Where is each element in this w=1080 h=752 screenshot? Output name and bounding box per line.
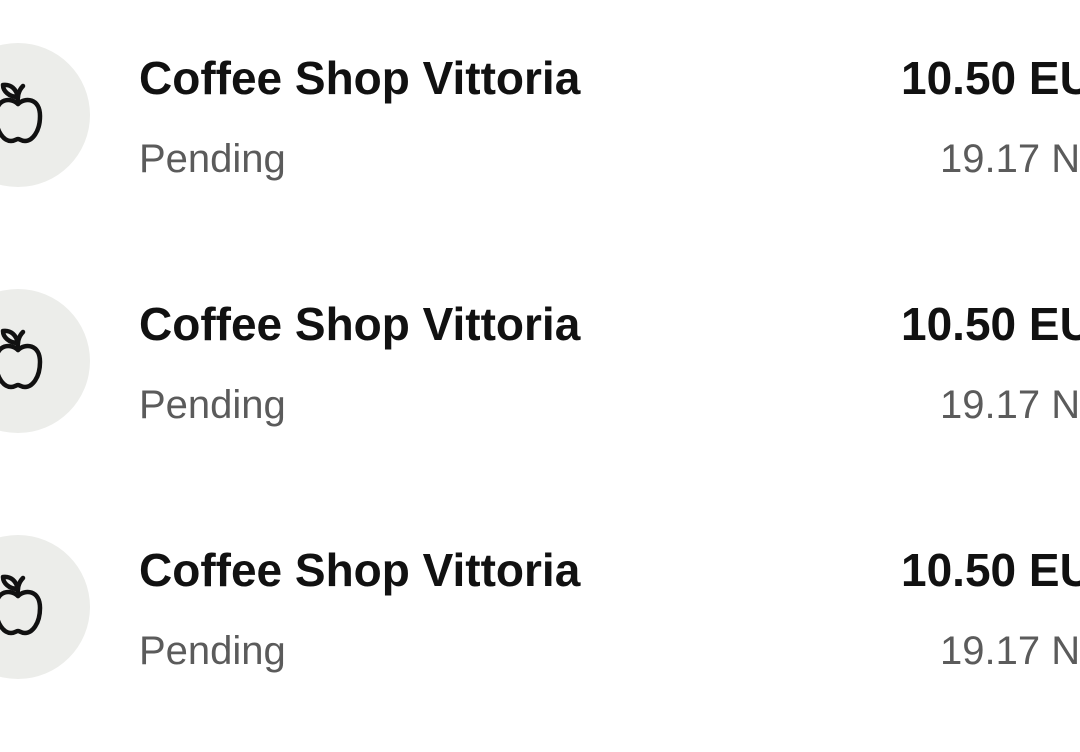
- transaction-status: Pending: [139, 137, 286, 181]
- apple-icon: [0, 574, 43, 636]
- transaction-list: Coffee Shop Vittoria Pending 10.50 EUR 1…: [0, 0, 1080, 752]
- converted-amount: 19.17 NZD: [940, 629, 1080, 673]
- converted-amount: 19.17 NZD: [940, 383, 1080, 427]
- merchant-avatar: [0, 535, 90, 679]
- transaction-status: Pending: [139, 383, 286, 427]
- merchant-name: Coffee Shop Vittoria: [139, 52, 581, 104]
- transaction-row[interactable]: Coffee Shop Vittoria Pending 10.50 EUR 1…: [0, 0, 1080, 200]
- apple-icon: [0, 82, 43, 144]
- apple-icon: [0, 328, 43, 390]
- merchant-name: Coffee Shop Vittoria: [139, 544, 581, 596]
- transaction-row[interactable]: Coffee Shop Vittoria Pending 10.50 EUR 1…: [0, 246, 1080, 446]
- transaction-status: Pending: [139, 629, 286, 673]
- transaction-amount: 10.50 EUR: [901, 52, 1080, 104]
- converted-amount: 19.17 NZD: [940, 137, 1080, 181]
- merchant-name: Coffee Shop Vittoria: [139, 298, 581, 350]
- transaction-amount: 10.50 EUR: [901, 298, 1080, 350]
- merchant-avatar: [0, 43, 90, 187]
- transaction-row[interactable]: Coffee Shop Vittoria Pending 10.50 EUR 1…: [0, 492, 1080, 692]
- merchant-avatar: [0, 289, 90, 433]
- transaction-amount: 10.50 EUR: [901, 544, 1080, 596]
